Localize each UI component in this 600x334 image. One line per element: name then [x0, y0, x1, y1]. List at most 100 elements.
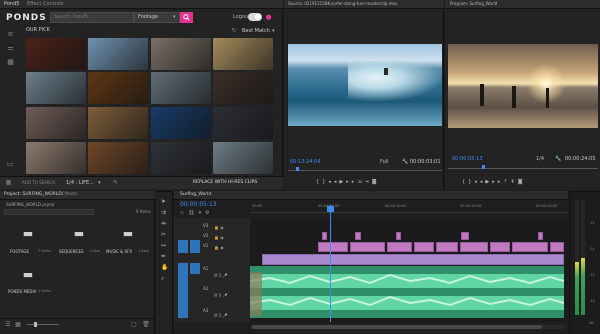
track-label-a1[interactable]: A1	[203, 267, 208, 271]
wrench-icon[interactable]: 🔧	[402, 158, 409, 165]
razor-icon[interactable]: ✂	[161, 229, 169, 240]
thumbnail-storm[interactable]	[26, 72, 86, 104]
clip-v2[interactable]	[355, 232, 361, 240]
folder-icon[interactable]: ▭	[5, 160, 15, 168]
thumbnail-gears[interactable]	[151, 38, 211, 70]
folder-icon[interactable]: ▬	[20, 268, 36, 281]
trash-icon[interactable]: 🗑	[142, 320, 150, 328]
source-timecode[interactable]: 00:13:24:04	[290, 160, 321, 165]
clip-v1[interactable]	[350, 242, 385, 252]
program-scrubber[interactable]	[448, 166, 598, 169]
camera-icon[interactable]: ◙	[518, 179, 526, 185]
zoom-slider[interactable]	[27, 324, 59, 325]
lock-icon[interactable]: 🔒 ◉	[214, 233, 244, 243]
wrench-icon[interactable]: 🔧	[555, 155, 562, 162]
step-forward-icon[interactable]: ▸▸	[346, 179, 357, 185]
mute-icon[interactable]: M S 🎤	[214, 286, 244, 306]
list-view-icon[interactable]: ☰	[4, 320, 12, 328]
page-selector[interactable]: 1/4 : LIFE...	[66, 181, 94, 186]
source-patch-a1[interactable]	[178, 263, 188, 318]
lift-icon[interactable]: ⇡	[503, 179, 510, 185]
track-label-v3[interactable]: V3	[203, 224, 208, 228]
thumbnail-office[interactable]	[151, 72, 211, 104]
project-search-input[interactable]	[4, 209, 94, 215]
ripple-edit-icon[interactable]: ⇹	[161, 218, 169, 229]
bin-footage-label[interactable]: FOOTAGE	[10, 250, 29, 254]
tab-effects[interactable]: Effects	[62, 192, 77, 198]
thumbnail-paint[interactable]	[151, 142, 211, 174]
step-back-icon[interactable]: ◂◂	[474, 179, 485, 185]
source-scrubber[interactable]	[288, 168, 442, 171]
replace-hires-button[interactable]: REPLACE WITH HI-RES CLIPS	[193, 180, 257, 186]
program-playhead[interactable]	[482, 165, 485, 169]
source-patch-v1[interactable]	[178, 240, 188, 253]
timeline-playhead[interactable]	[330, 205, 331, 322]
clip-v2[interactable]	[322, 232, 327, 240]
search-input[interactable]: Search Pond5...	[54, 15, 93, 20]
insert-icon[interactable]: ⇲	[357, 179, 364, 185]
user-icon[interactable]: ●	[264, 12, 273, 22]
track-label-a3[interactable]: A3	[203, 309, 208, 313]
clip-v1[interactable]	[414, 242, 434, 252]
zoom-icon[interactable]: ⌕	[161, 273, 169, 284]
linked-icon[interactable]: ⛓	[188, 210, 198, 216]
clip-v1[interactable]	[387, 242, 412, 252]
track-v1-target[interactable]	[190, 240, 200, 253]
search-button[interactable]	[180, 12, 193, 23]
refresh-icon[interactable]: ↻	[230, 26, 238, 34]
thumbnail-mountain[interactable]	[213, 142, 273, 174]
timeline-ruler[interactable]	[250, 200, 568, 213]
track-a1-target[interactable]	[190, 263, 200, 274]
clip-audio-music[interactable]	[250, 266, 564, 318]
grid-view-icon[interactable]: ▦	[4, 178, 13, 187]
camera-icon[interactable]: ◙	[372, 179, 380, 185]
source-fit-select[interactable]: Full	[380, 160, 389, 165]
snap-icon[interactable]: ⊂	[180, 210, 188, 216]
clip-v1[interactable]	[318, 242, 348, 252]
slip-icon[interactable]: ↔	[161, 240, 169, 251]
thumbnail-skyline[interactable]	[88, 107, 148, 139]
sort-select[interactable]: Best Match	[242, 29, 270, 34]
folder-icon[interactable]: ▬	[71, 227, 87, 240]
new-item-icon[interactable]: ▢	[130, 320, 138, 328]
thumbnail-crowd[interactable]	[26, 107, 86, 139]
bin-music-label[interactable]: MUSIC & SFX	[106, 250, 132, 254]
hand-icon[interactable]: ✋	[161, 262, 169, 273]
track-label-v1[interactable]: V1	[203, 244, 208, 248]
tab-effect-controls[interactable]: Effect Controls	[27, 2, 64, 7]
mute-icon[interactable]: M S 🎤	[214, 266, 244, 286]
step-forward-icon[interactable]: ▸▸	[492, 179, 503, 185]
zoom-slider-knob[interactable]	[34, 322, 37, 327]
tab-pond5[interactable]: Pond5	[4, 2, 19, 7]
grid-icon[interactable]: ▦	[6, 58, 15, 66]
clip-v1[interactable]	[512, 242, 548, 252]
sliders-icon[interactable]: ⚌	[6, 44, 15, 52]
timeline-tab[interactable]: Surfing_World	[180, 192, 211, 198]
extract-icon[interactable]: ⇞	[511, 179, 518, 185]
clip-v2[interactable]	[538, 232, 543, 240]
edit-icon[interactable]: ✎	[111, 178, 120, 187]
overwrite-icon[interactable]: ⇥	[365, 179, 372, 185]
source-playhead[interactable]	[296, 167, 299, 171]
clip-v1[interactable]	[460, 242, 488, 252]
folder-icon[interactable]: ▬	[20, 227, 36, 240]
clip-a1[interactable]	[262, 254, 564, 265]
clip-v1[interactable]	[490, 242, 510, 252]
track-label-v2[interactable]: V2	[203, 234, 208, 238]
timeline-playhead-handle[interactable]	[327, 206, 334, 212]
program-title[interactable]: Program: Surfing_World	[450, 2, 497, 6]
bin-sequences-label[interactable]: SEQUENCES	[59, 250, 84, 254]
add-to-search-button[interactable]: ADD TO SEARCH	[22, 181, 55, 185]
clip-v1[interactable]	[550, 242, 564, 252]
thumbnail-couple[interactable]	[26, 142, 86, 174]
mute-icon[interactable]: M S 🎤	[214, 306, 244, 326]
tab-project[interactable]: Project: SURFING_WORLD	[4, 192, 62, 198]
thumbnail-surfer[interactable]	[88, 38, 148, 70]
timeline-timecode[interactable]: 00:00:05:13	[180, 202, 217, 208]
track-select-icon[interactable]: ⇉	[161, 207, 169, 218]
icon-view-icon[interactable]: ▦	[14, 320, 22, 328]
clip-v1[interactable]	[436, 242, 458, 252]
lock-icon[interactable]: 🔒 ◉	[214, 223, 244, 233]
track-label-a2[interactable]: A2	[203, 287, 208, 291]
selection-tool-icon[interactable]: ➤	[161, 196, 169, 207]
